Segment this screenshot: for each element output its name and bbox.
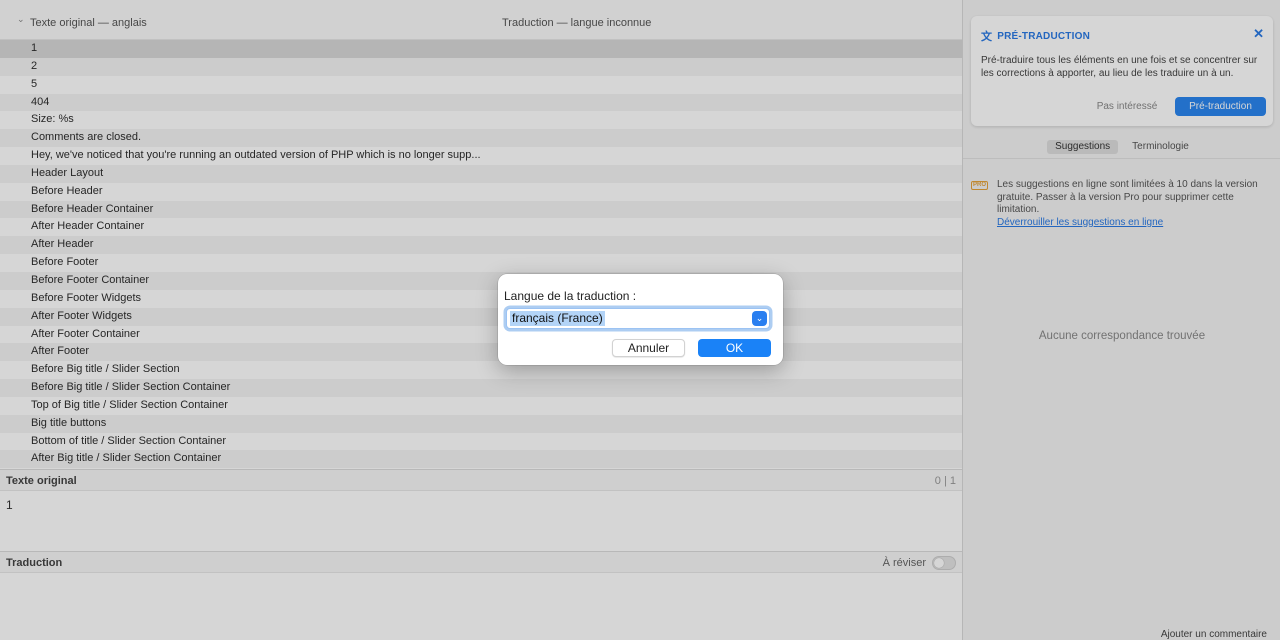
translation-language-dialog: Langue de la traduction : français (Fran… <box>498 274 783 365</box>
cancel-button[interactable]: Annuler <box>612 339 685 357</box>
language-select[interactable]: français (France) ⌄ <box>506 308 770 329</box>
language-label: Langue de la traduction : <box>504 289 637 303</box>
language-select-value[interactable]: français (France) <box>510 311 605 326</box>
ok-button[interactable]: OK <box>698 339 771 357</box>
chevron-updown-icon[interactable]: ⌄ <box>752 311 767 326</box>
